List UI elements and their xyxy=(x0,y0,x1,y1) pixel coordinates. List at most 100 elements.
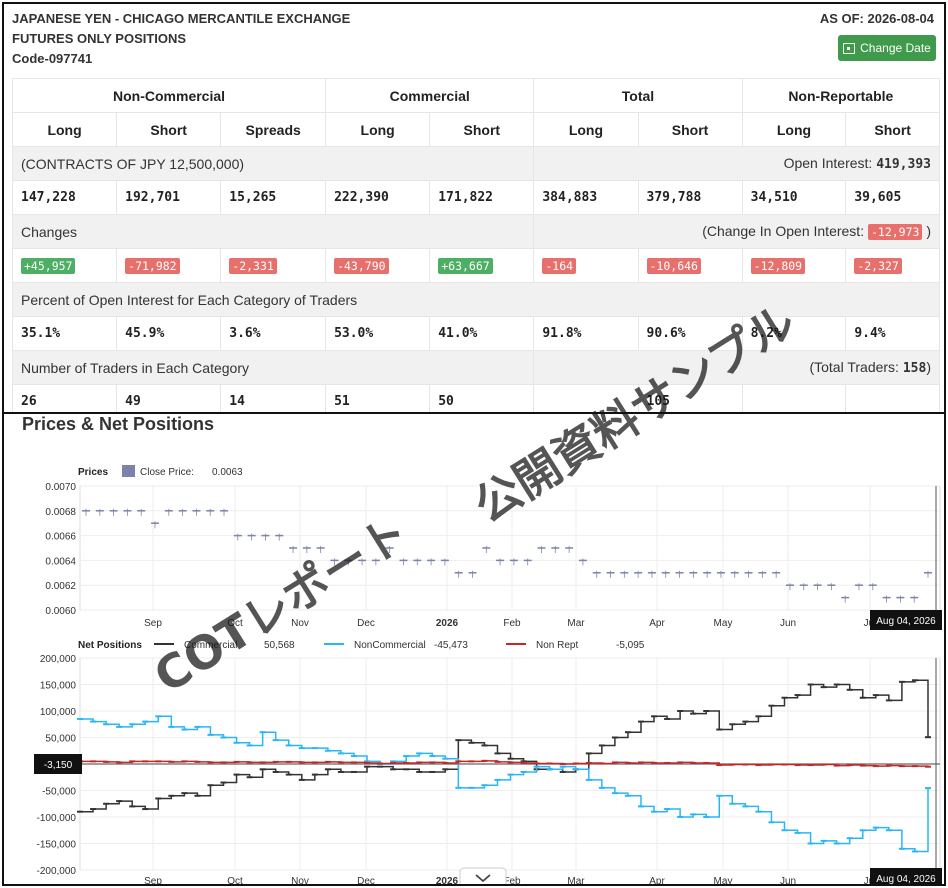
net-legend-label: Non Rept xyxy=(536,640,578,651)
percent-cell: 35.1% xyxy=(11,316,118,351)
calendar-icon xyxy=(843,42,856,54)
percent-cell: 9.4% xyxy=(845,316,940,351)
group-commercial: Commercial xyxy=(325,78,535,113)
price-legend-value: 0.0063 xyxy=(212,467,243,478)
net-y-tick: -50,000 xyxy=(42,787,76,798)
price-x-tick: Apr xyxy=(649,618,665,629)
change-oi-label: (Change In Open Interest: xyxy=(702,223,865,239)
traders-cell: 105 xyxy=(637,384,743,412)
traders-cell: 26 xyxy=(11,384,118,412)
net-chart-title: Net Positions xyxy=(78,640,142,651)
net-x-tick: Jun xyxy=(780,876,796,886)
traders-label-row: Number of Traders in Each Category (Tota… xyxy=(11,350,940,385)
net-x-tick: 2026 xyxy=(436,876,459,886)
position-cell: 222,390 xyxy=(325,180,431,215)
price-x-tick: 2026 xyxy=(436,618,459,629)
column-header: Short xyxy=(116,112,222,147)
net-legend-value: -45,473 xyxy=(434,640,468,651)
change-badge: -43,790 xyxy=(334,257,389,274)
net-x-tick: Mar xyxy=(567,876,585,886)
net-legend-label: Commercial xyxy=(184,640,237,651)
change-date-label: Change Date xyxy=(860,41,931,55)
price-x-tick: Dec xyxy=(357,618,375,629)
contracts-label: (CONTRACTS OF JPY 12,500,000) xyxy=(11,146,535,181)
change-cell: +63,667 xyxy=(429,248,535,283)
price-y-tick: 0.0060 xyxy=(45,606,76,617)
scroll-down-button[interactable] xyxy=(459,867,507,886)
traders-label: Number of Traders in Each Category xyxy=(11,350,535,385)
position-cell: 34,510 xyxy=(741,180,847,215)
net-y-tick: 150,000 xyxy=(40,681,77,692)
prices-net-positions-charts[interactable]: 0.0070 0.0068 0.0066 0.0064 0.0062 0.0060 Sep O… xyxy=(4,414,946,886)
price-x-tick: Feb xyxy=(503,618,521,629)
net-y-tick: 200,000 xyxy=(40,654,77,665)
change-cell: -2,331 xyxy=(220,248,327,283)
price-x-tick: Jun xyxy=(780,618,796,629)
column-header: Long xyxy=(11,112,118,147)
total-traders-label: (Total Traders: xyxy=(809,359,899,375)
percent-cell: 90.6% xyxy=(637,316,743,351)
percent-cell: 8.2% xyxy=(741,316,847,351)
net-x-tick: Dec xyxy=(357,876,375,886)
price-x-tick: Nov xyxy=(291,618,309,629)
change-badge: -2,327 xyxy=(854,257,902,274)
price-legend-swatch xyxy=(122,465,135,477)
price-y-tick: 0.0068 xyxy=(45,507,76,518)
subheader-row: Long Short Spreads Long Short Long Short… xyxy=(11,112,940,147)
position-cell: 147,228 xyxy=(11,180,118,215)
traders-cell: 49 xyxy=(116,384,222,412)
change-oi-badge: -12,973 xyxy=(867,224,923,240)
change-open-interest: (Change In Open Interest: -12,973 ) xyxy=(533,214,940,249)
traders-cell: 14 xyxy=(220,384,327,412)
net-cursor-value: -3,150 xyxy=(44,760,73,771)
traders-cell xyxy=(845,384,940,412)
change-badge: -71,982 xyxy=(125,257,180,274)
price-chart-title: Prices xyxy=(78,467,108,478)
change-cell: -164 xyxy=(533,248,639,283)
change-date-button[interactable]: Change Date xyxy=(838,35,936,61)
changes-label: Changes xyxy=(11,214,535,249)
price-x-tick: May xyxy=(714,618,733,629)
price-y-tick: 0.0070 xyxy=(45,482,76,493)
net-x-tick: Nov xyxy=(291,876,309,886)
position-cell: 192,701 xyxy=(116,180,222,215)
price-plot-frame xyxy=(79,485,941,611)
position-cell: 384,883 xyxy=(533,180,639,215)
report-code: Code-097741 xyxy=(12,51,93,66)
net-y-tick: -150,000 xyxy=(37,840,77,851)
net-legend-value: 50,568 xyxy=(264,640,295,651)
cot-positions-table: Non-Commercial Commercial Total Non-Repo… xyxy=(11,78,941,412)
price-y-tick: 0.0064 xyxy=(45,556,76,567)
position-cell: 39,605 xyxy=(845,180,940,215)
price-legend-label: Close Price: xyxy=(140,467,194,478)
total-traders-value: 158 xyxy=(902,361,927,376)
traders-row: 26 49 14 51 50 105 xyxy=(11,384,940,412)
net-series-line-1 xyxy=(80,715,929,853)
group-non-commercial: Non-Commercial xyxy=(11,78,327,113)
group-total: Total xyxy=(533,78,743,113)
column-header: Long xyxy=(533,112,639,147)
net-x-tick: Oct xyxy=(227,876,243,886)
net-y-tick: -200,000 xyxy=(37,866,77,877)
net-y-tick: -100,000 xyxy=(37,813,77,824)
prices-net-positions-panel: Prices & Net Positions 0.0070 0.0068 0.006… xyxy=(2,412,946,886)
change-cell: -12,809 xyxy=(741,248,847,283)
percent-cell: 91.8% xyxy=(533,316,639,351)
percent-cell: 3.6% xyxy=(220,316,327,351)
open-interest-value: 419,393 xyxy=(876,157,931,172)
total-traders-close: ) xyxy=(926,359,931,375)
change-badge: -10,646 xyxy=(646,257,701,274)
percent-row: 35.1% 45.9% 3.6% 53.0% 41.0% 91.8% 90.6%… xyxy=(11,316,940,351)
change-cell: -2,327 xyxy=(845,248,940,283)
change-badge: -2,331 xyxy=(229,257,277,274)
percent-label-row: Percent of Open Interest for Each Catego… xyxy=(12,282,940,317)
as-of-date: AS OF: 2026-08-04 xyxy=(819,11,934,26)
contracts-row: (CONTRACTS OF JPY 12,500,000) Open Inter… xyxy=(11,146,940,181)
traders-cell: 51 xyxy=(325,384,431,412)
report-subtitle: FUTURES ONLY POSITIONS xyxy=(12,31,187,46)
changes-row: +45,957 -71,982 -2,331 -43,790 +63,667 -… xyxy=(11,248,940,283)
change-badge: +63,667 xyxy=(438,257,493,274)
open-interest-label: Open Interest: xyxy=(783,155,873,171)
position-cell: 15,265 xyxy=(220,180,327,215)
change-oi-close: ) xyxy=(926,223,931,239)
